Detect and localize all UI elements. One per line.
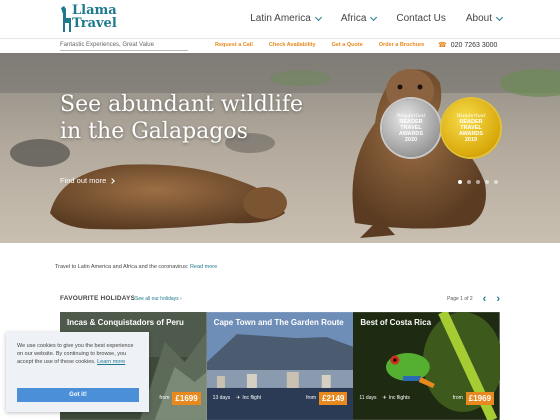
nav-latin-america[interactable]: Latin America xyxy=(250,13,322,24)
hero-link-label: Find out more xyxy=(60,176,107,185)
card-duration: 11 days xyxy=(359,395,377,401)
phone-icon: ☎ xyxy=(438,42,447,49)
main-nav: Latin America Africa Contact Us About xyxy=(250,13,504,24)
read-more-link[interactable]: Read more xyxy=(190,264,217,270)
price-tag: £2149 xyxy=(319,391,348,405)
plane-icon: ✈ xyxy=(382,395,387,401)
logo-line-2: Travel xyxy=(72,16,117,31)
chevron-right-icon xyxy=(109,177,116,184)
order-brochure-link[interactable]: Order a Brochure xyxy=(379,42,425,48)
hero-title: See abundant wildlife in the Galapagos xyxy=(60,92,304,144)
favourites-pager: Page 1 of 2 ‹ › xyxy=(447,293,500,305)
card-flights: ✈ Inc flight xyxy=(236,395,261,401)
check-availability-link[interactable]: Check Availability xyxy=(269,42,316,48)
carousel-dot-4[interactable] xyxy=(485,180,489,184)
card-title: Incas & Conquistadors of Peru xyxy=(67,318,184,327)
carousel-dot-1[interactable] xyxy=(458,180,462,184)
plane-icon: ✈ xyxy=(236,395,241,401)
card-price-group: from £2149 xyxy=(306,391,348,405)
from-label: from xyxy=(306,395,317,401)
from-label: from xyxy=(452,395,463,401)
tagline: Fantastic Experiences, Great Value xyxy=(60,42,154,48)
phone-text: 020 7263 3000 xyxy=(450,41,498,49)
flights-label: Inc flights xyxy=(388,395,410,401)
favourites-header: FAVOURITE HOLIDAYS See all our holidays … xyxy=(60,293,500,305)
cookie-message: We use cookies to give you the best expe… xyxy=(17,342,138,366)
carousel-dot-2[interactable] xyxy=(467,180,471,184)
carousel-dots xyxy=(458,180,498,184)
card-flights: ✈ Inc flights xyxy=(383,395,410,401)
cookie-banner: We use cookies to give you the best expe… xyxy=(6,332,149,412)
award-badge-2020: Wanderlust READER TRAVEL AWARDS 2020 xyxy=(382,99,440,157)
badge-year: 2019 xyxy=(464,137,478,143)
site-header: Llama Travel Latin America Africa Contac… xyxy=(0,0,560,38)
accept-cookies-button[interactable]: Got it! xyxy=(17,388,139,402)
price-tag: £1969 xyxy=(465,391,495,405)
nav-label: About xyxy=(465,13,492,24)
chevron-down-icon xyxy=(314,13,322,21)
hero-banner: See abundant wildlife in the Galapagos F… xyxy=(0,53,560,243)
card-duration: 13 days xyxy=(212,395,231,401)
nav-label: Latin America xyxy=(250,13,311,24)
get-quote-link[interactable]: Get a Quote xyxy=(332,42,363,48)
from-label: from xyxy=(159,395,170,401)
nav-africa[interactable]: Africa xyxy=(340,13,378,24)
card-title: Best of Costa Rica xyxy=(360,318,432,327)
nav-contact-us[interactable]: Contact Us xyxy=(396,13,445,24)
utility-bar: Fantastic Experiences, Great Value Reque… xyxy=(0,38,560,53)
nav-label: Africa xyxy=(340,13,367,24)
favourites-title: FAVOURITE HOLIDAYS xyxy=(60,295,136,302)
find-out-more-link[interactable]: Find out more xyxy=(60,176,116,185)
next-arrow-icon[interactable]: › xyxy=(496,293,500,305)
card-meta: 13 days ✈ Inc flight from £2149 xyxy=(207,390,354,406)
see-all-holidays-link[interactable]: See all our holidays › xyxy=(135,296,182,302)
phone-number[interactable]: ☎ 020 7263 3000 xyxy=(438,41,498,50)
notice-text: Travel to Latin America and Africa and t… xyxy=(55,264,189,270)
nav-about[interactable]: About xyxy=(465,13,504,24)
holiday-card-cape-town[interactable]: Cape Town and The Garden Route 13 days ✈… xyxy=(206,312,354,420)
learn-more-link[interactable]: Learn more xyxy=(97,359,125,365)
tagline-divider xyxy=(60,50,188,51)
flights-label: Inc flight xyxy=(242,395,262,401)
quick-links: Request a Call Check Availability Get a … xyxy=(215,42,424,48)
card-title: Cape Town and The Garden Route xyxy=(213,318,344,327)
card-price-group: from £1699 xyxy=(159,391,201,405)
logo-wordmark[interactable]: Llama Travel xyxy=(72,4,117,30)
card-price-group: from £1969 xyxy=(452,391,495,405)
holiday-card-costa-rica[interactable]: Best of Costa Rica 11 days ✈ Inc flights… xyxy=(353,312,501,420)
badge-year: 2020 xyxy=(404,137,418,143)
carousel-dot-5[interactable] xyxy=(494,180,498,184)
card-meta: 11 days ✈ Inc flights from £1969 xyxy=(353,390,500,406)
coronavirus-notice: Travel to Latin America and Africa and t… xyxy=(55,264,217,270)
award-badge-2019: Wanderlust READER TRAVEL AWARDS 2019 xyxy=(442,99,500,157)
carousel-dot-3[interactable] xyxy=(476,180,480,184)
nav-label: Contact Us xyxy=(396,13,446,24)
prev-arrow-icon[interactable]: ‹ xyxy=(483,293,487,305)
price-tag: £1699 xyxy=(172,391,201,405)
chevron-down-icon xyxy=(370,13,378,21)
request-call-link[interactable]: Request a Call xyxy=(215,42,253,48)
chevron-down-icon xyxy=(495,13,504,21)
page-indicator: Page 1 of 2 xyxy=(447,296,473,302)
